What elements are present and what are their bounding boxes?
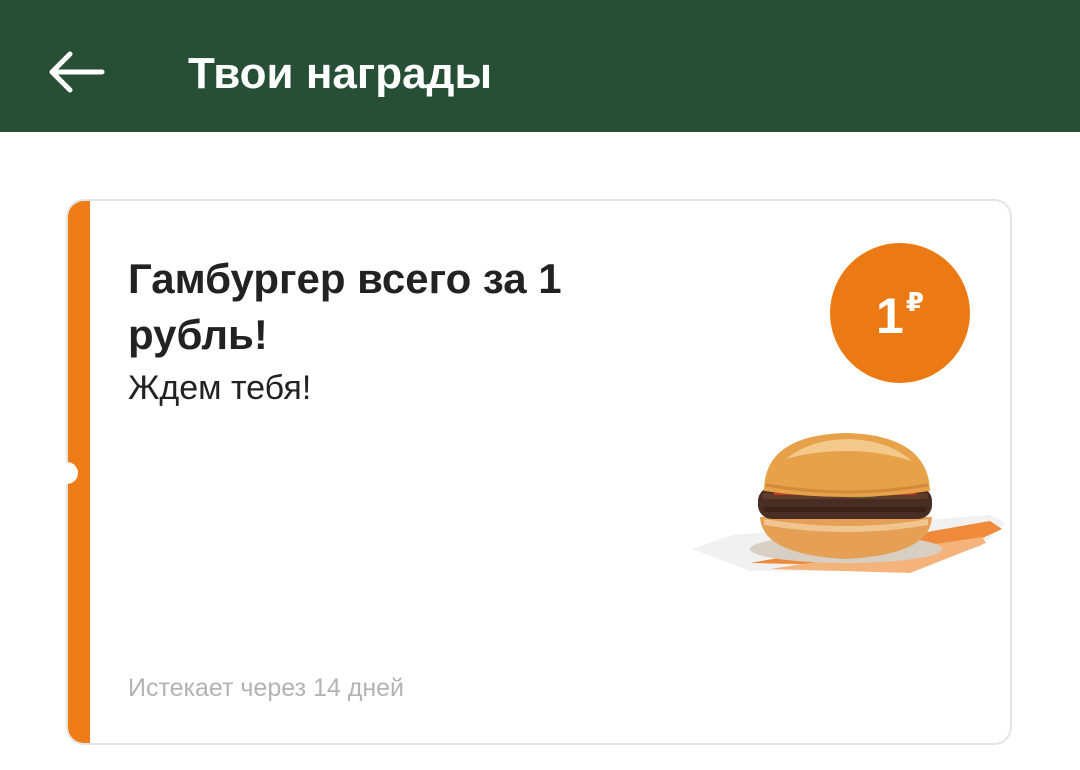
- page-title: Твои награды: [188, 49, 493, 98]
- price-value: 1: [876, 288, 904, 344]
- card-notch: [56, 462, 78, 484]
- app-bar: Твои награды: [0, 0, 1080, 132]
- price-currency: ₽: [905, 287, 924, 317]
- arrow-left-icon: [49, 51, 105, 93]
- hamburger-image: [692, 433, 1006, 573]
- reward-card[interactable]: Гамбургер всего за 1 рубль! Ждем тебя! 1…: [66, 199, 1012, 745]
- reward-subtitle: Ждем тебя!: [128, 369, 312, 407]
- price-badge: 1 ₽: [830, 243, 970, 383]
- reward-expiry: Истекает через 14 дней: [128, 674, 405, 702]
- back-button[interactable]: [38, 34, 114, 110]
- reward-title: Гамбургер всего за 1 рубль!: [128, 255, 562, 358]
